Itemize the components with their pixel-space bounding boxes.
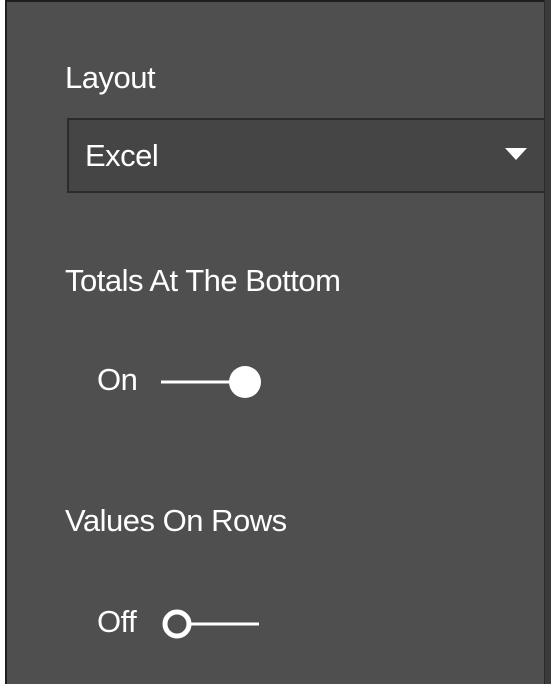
totals-at-bottom-label: Totals At The Bottom (65, 263, 341, 298)
chevron-down-icon (505, 148, 527, 160)
totals-at-bottom-toggle-row: On (97, 360, 272, 400)
values-on-rows-label: Values On Rows (65, 503, 287, 538)
screenshot-frame: Layout Excel Totals At The Bottom On Val… (0, 0, 551, 684)
layout-dropdown[interactable]: Excel (67, 118, 551, 193)
layout-label: Layout (65, 60, 156, 95)
values-on-rows-state-text: Off (97, 604, 137, 639)
layout-dropdown-value: Excel (85, 138, 159, 173)
format-pane: Layout Excel Totals At The Bottom On Val… (5, 0, 551, 684)
totals-at-bottom-toggle[interactable] (159, 362, 269, 402)
pane-scroll-edge (544, 0, 551, 684)
totals-at-bottom-state-text: On (97, 362, 138, 397)
values-on-rows-toggle-row: Off (97, 602, 272, 642)
values-on-rows-toggle[interactable] (161, 604, 271, 644)
